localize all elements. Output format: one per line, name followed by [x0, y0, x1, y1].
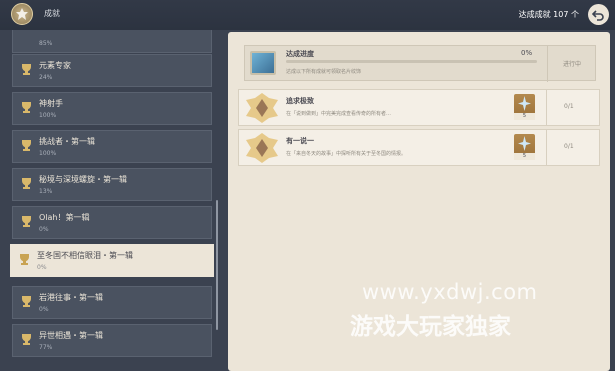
category-name: 挑战者・第一辑 — [39, 137, 95, 146]
category-name: 秘境与深境螺旋・第一辑 — [39, 175, 127, 184]
list-scrollbar[interactable] — [216, 200, 218, 330]
card-divider — [546, 90, 547, 125]
progress-percent: 0% — [521, 49, 533, 57]
achievement-title: 追求极致 — [286, 97, 314, 105]
category-item[interactable]: 元素专家 24% — [12, 54, 212, 87]
category-percent: 0% — [39, 226, 49, 233]
category-name: 元素专家 — [39, 61, 71, 70]
primogem-icon — [518, 136, 531, 151]
progress-card: 达成进度 0% 达成以下所有成就可领取名片纹饰 进行中 — [244, 45, 596, 82]
category-percent: 24% — [39, 74, 53, 81]
category-item[interactable]: 85% — [12, 30, 212, 53]
achievement-status: 0/1 — [564, 103, 574, 110]
progress-title: 达成进度 — [286, 50, 314, 58]
trophy-icon — [22, 178, 31, 189]
category-percent: 85% — [39, 40, 53, 47]
category-item[interactable]: Olah！第一辑 0% — [12, 206, 212, 239]
trophy-icon — [22, 296, 31, 307]
progress-status: 进行中 — [563, 61, 582, 68]
achievement-title: 有一说一 — [286, 137, 314, 145]
category-list[interactable]: 85% 元素专家 24% 神射手 100% 挑战者・第一辑 100% 秘境与深境… — [0, 30, 222, 371]
category-percent: 100% — [39, 150, 57, 157]
category-percent: 13% — [39, 188, 53, 195]
category-item[interactable]: 神射手 100% — [12, 92, 212, 125]
reward-item[interactable]: 5 — [514, 94, 535, 120]
trophy-icon — [22, 216, 31, 227]
reward-item[interactable]: 5 — [514, 134, 535, 160]
achievement-total: 达成成就 107 个 — [518, 10, 579, 19]
category-name: Olah！第一辑 — [39, 213, 90, 222]
trophy-icon — [20, 254, 29, 265]
achievement-card[interactable]: 追求极致 在「说到做到」中完美完成查看传奇的所有者… 5 0/1 — [238, 89, 600, 126]
trophy-icon — [22, 64, 31, 75]
progress-description: 达成以下所有成就可领取名片纹饰 — [286, 69, 362, 75]
achievement-description: 在「说到做到」中完美完成查看传奇的所有者… — [286, 111, 392, 117]
category-item[interactable]: 秘境与深境螺旋・第一辑 13% — [12, 168, 212, 201]
category-item[interactable]: 异世相遇・第一辑 77% — [12, 324, 212, 357]
category-percent: 0% — [37, 264, 47, 271]
trophy-icon — [22, 140, 31, 151]
card-divider — [546, 130, 547, 165]
category-item-selected[interactable]: 至冬国不相信眼泪・第一辑 0% — [10, 244, 214, 277]
category-name: 异世相遇・第一辑 — [39, 331, 103, 340]
trophy-icon — [22, 334, 31, 345]
category-name: 神射手 — [39, 99, 63, 108]
watermark-url: www.yxdwj.com — [362, 280, 538, 304]
trophy-icon — [22, 102, 31, 113]
category-percent: 100% — [39, 112, 57, 119]
achievement-description: 在「来自冬天的故事」中探听所有关于至冬国的情报。 — [286, 151, 407, 157]
category-item[interactable]: 挑战者・第一辑 100% — [12, 130, 212, 163]
category-item[interactable]: 岩港往事・第一辑 0% — [12, 286, 212, 319]
category-percent: 0% — [39, 306, 49, 313]
reward-count: 5 — [514, 153, 535, 160]
watermark-text: 游戏大玩家独家 — [350, 314, 511, 340]
achievement-status: 0/1 — [564, 143, 574, 150]
reward-count: 5 — [514, 113, 535, 120]
page-title: 成就 — [44, 9, 60, 18]
return-arrow-icon — [592, 10, 604, 21]
achievement-badge-icon — [246, 133, 278, 163]
back-button[interactable] — [588, 4, 609, 25]
achievement-card[interactable]: 有一说一 在「来自冬天的故事」中探听所有关于至冬国的情报。 5 0/1 — [238, 129, 600, 166]
primogem-icon — [518, 96, 531, 111]
progress-bar — [286, 60, 537, 63]
category-percent: 77% — [39, 344, 53, 351]
category-name: 岩港往事・第一辑 — [39, 293, 103, 302]
namecard-icon — [250, 51, 276, 75]
category-name: 至冬国不相信眼泪・第一辑 — [37, 251, 133, 260]
achievement-emblem-icon — [11, 3, 33, 25]
top-bar: 成就 达成成就 107 个 — [0, 0, 615, 30]
achievement-badge-icon — [246, 93, 278, 123]
